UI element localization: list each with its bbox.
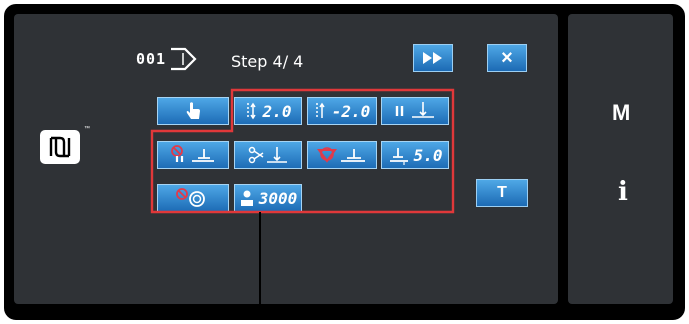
- menu-button[interactable]: M: [612, 100, 630, 126]
- info-button[interactable]: i: [618, 177, 628, 207]
- highlight-outline: [150, 88, 455, 214]
- t-button[interactable]: T: [476, 179, 528, 207]
- callout-line: [259, 212, 261, 318]
